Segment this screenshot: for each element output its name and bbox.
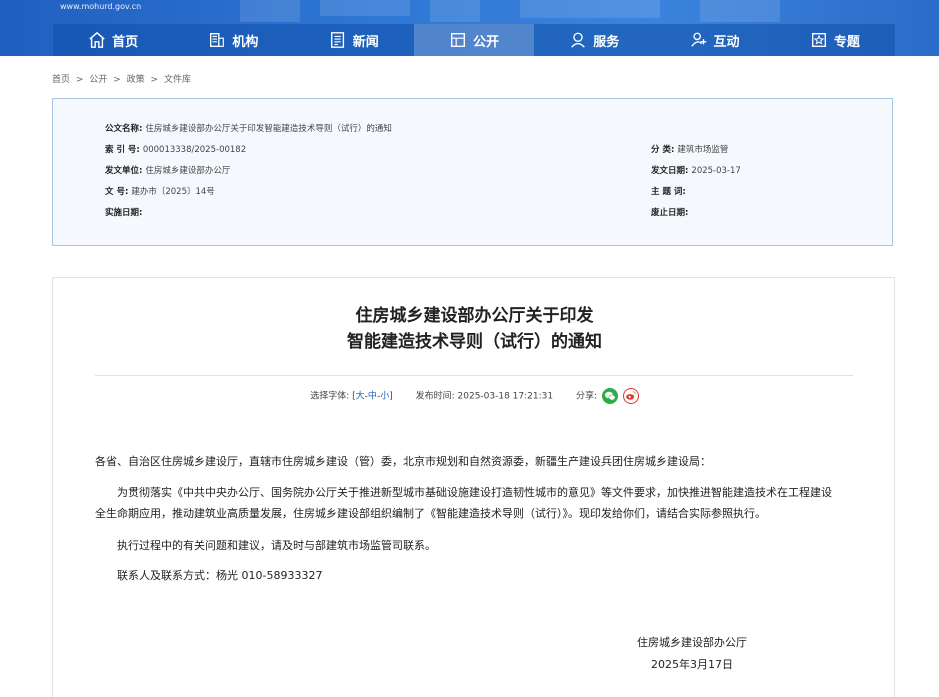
nav-label: 服务 xyxy=(593,34,620,50)
publish-time-value: 2025-03-18 17:21:31 xyxy=(457,391,554,402)
meta-number-row: 文 号: 建办市〔2025〕14号 xyxy=(105,185,215,197)
breadcrumb-separator: > xyxy=(150,75,159,85)
weibo-share-icon[interactable] xyxy=(622,388,639,404)
breadcrumb-separator: > xyxy=(113,75,121,85)
meta-date-label: 发文日期: xyxy=(651,166,689,176)
breadcrumb-file-library[interactable]: 文件库 xyxy=(164,75,191,85)
nav-item-organization[interactable]: 机构 xyxy=(173,24,293,56)
meta-abolish-row: 废止日期: xyxy=(651,206,691,218)
service-icon xyxy=(571,32,586,48)
nav-label: 首页 xyxy=(112,34,139,50)
main-nav: 首页 机构 新闻 公开 服务 互动 专题 xyxy=(53,24,895,56)
signature-date: 2025年3月17日 xyxy=(651,658,733,671)
meta-unit-label: 发文单位: xyxy=(105,166,143,176)
nav-item-interaction[interactable]: 互动 xyxy=(654,24,774,56)
meta-keyword-label: 主 题 词: xyxy=(651,187,686,197)
meta-category-value: 建筑市场监管 xyxy=(677,145,729,155)
font-size-medium[interactable]: 中 xyxy=(368,392,377,402)
nav-item-topic[interactable]: 专题 xyxy=(775,24,895,56)
article-title-line1: 住房城乡建设部办公厅关于印发 xyxy=(355,306,594,326)
nav-item-disclosure[interactable]: 公开 xyxy=(413,24,535,56)
breadcrumb: 首页 > 公开 > 政策 > 文件库 xyxy=(52,72,194,85)
building-icon xyxy=(210,33,225,47)
home-icon xyxy=(89,31,105,48)
font-size-large[interactable]: 大 xyxy=(356,392,365,402)
site-url: www.mohurd.gov.cn xyxy=(60,2,142,11)
meta-index-value: 000013338/2025-00182 xyxy=(142,145,247,155)
article-addressee: 各省、自治区住房城乡建设厅，直辖市住房城乡建设（管）委，北京市规划和自然资源委，… xyxy=(95,455,711,468)
banner-decoration xyxy=(700,0,780,22)
meta-unit-row: 发文单位: 住房城乡建设部办公厅 xyxy=(105,164,230,176)
meta-category-row: 分 类: 建筑市场监管 xyxy=(651,143,728,155)
meta-number-label: 文 号: xyxy=(105,187,129,197)
topic-icon xyxy=(811,33,826,47)
font-size-label: 选择字体: xyxy=(310,391,350,402)
banner-decoration xyxy=(520,0,660,18)
meta-category-label: 分 类: xyxy=(651,145,675,155)
meta-impl-label: 实施日期: xyxy=(105,208,143,218)
meta-date-row: 发文日期: 2025-03-17 xyxy=(651,164,741,176)
nav-item-home[interactable]: 首页 xyxy=(53,24,173,56)
breadcrumb-disclosure[interactable]: 公开 xyxy=(89,75,107,85)
title-divider xyxy=(95,375,853,376)
meta-index-label: 索 引 号: xyxy=(105,145,140,155)
news-icon xyxy=(330,32,344,48)
nav-label: 新闻 xyxy=(352,34,379,50)
nav-label: 专题 xyxy=(833,34,860,50)
meta-abolish-label: 废止日期: xyxy=(651,208,689,218)
banner-decoration xyxy=(240,0,300,22)
share-label: 分享: xyxy=(575,391,598,402)
breadcrumb-separator: > xyxy=(75,75,84,85)
document-meta-panel: 公文名称: 住房城乡建设部办公厅关于印发智能建造技术导则（试行）的通知 索 引 号… xyxy=(52,98,893,246)
banner-decoration xyxy=(430,0,480,22)
nav-label: 互动 xyxy=(713,34,740,50)
article-title-line2: 智能建造技术导则（试行）的通知 xyxy=(347,332,602,352)
meta-date-value: 2025-03-17 xyxy=(691,166,741,176)
article-contact: 联系人及联系方式：杨光 010-58933327 xyxy=(117,569,323,582)
meta-keyword-row: 主 题 词: xyxy=(651,185,689,197)
meta-impl-row: 实施日期: xyxy=(105,206,145,218)
nav-label: 机构 xyxy=(232,34,259,50)
site-banner: www.mohurd.gov.cn 首页 机构 新闻 公开 服务 互动 专题 xyxy=(0,0,939,56)
article-paragraph-2: 执行过程中的有关问题和建议，请及时与部建筑市场监管司联系。 xyxy=(117,539,436,552)
publish-time-label: 发布时间: xyxy=(415,391,455,402)
article-info-bar: 选择字体: [大-中-小] 发布时间: 2025-03-18 17:21:31 … xyxy=(53,388,896,404)
meta-title-label: 公文名称: xyxy=(105,124,143,134)
font-bracket-close: ] xyxy=(389,391,393,402)
nav-item-service[interactable]: 服务 xyxy=(534,24,654,56)
font-size-small[interactable]: 小 xyxy=(380,392,389,402)
nav-label: 公开 xyxy=(472,34,499,50)
banner-decoration xyxy=(320,0,410,16)
article-paragraph-1: 为贯彻落实《中共中央办公厅、国务院办公厅关于推进新型城市基础设施建设打造韧性城市… xyxy=(117,486,832,499)
interaction-icon xyxy=(690,32,706,47)
meta-title-value: 住房城乡建设部办公厅关于印发智能建造技术导则（试行）的通知 xyxy=(145,124,392,134)
breadcrumb-home[interactable]: 首页 xyxy=(52,75,70,85)
meta-unit-value: 住房城乡建设部办公厅 xyxy=(145,166,231,176)
nav-item-news[interactable]: 新闻 xyxy=(294,24,414,56)
article-paragraph-1-cont: 全生命期应用，推动建筑业高质量发展，住房城乡建设部组织编制了《智能建造技术导则（… xyxy=(95,507,766,520)
meta-index-row: 索 引 号: 000013338/2025-00182 xyxy=(105,143,246,155)
signature-org: 住房城乡建设部办公厅 xyxy=(637,636,747,649)
font-size-selector: 选择字体: [大-中-小] xyxy=(310,392,395,402)
wechat-share-icon[interactable] xyxy=(601,388,618,404)
meta-title-row: 公文名称: 住房城乡建设部办公厅关于印发智能建造技术导则（试行）的通知 xyxy=(105,122,392,134)
disclosure-icon xyxy=(450,33,465,47)
meta-number-value: 建办市〔2025〕14号 xyxy=(131,187,215,197)
breadcrumb-policy[interactable]: 政策 xyxy=(127,75,145,85)
article-panel: 住房城乡建设部办公厅关于印发 智能建造技术导则（试行）的通知 选择字体: [大-… xyxy=(52,277,895,697)
